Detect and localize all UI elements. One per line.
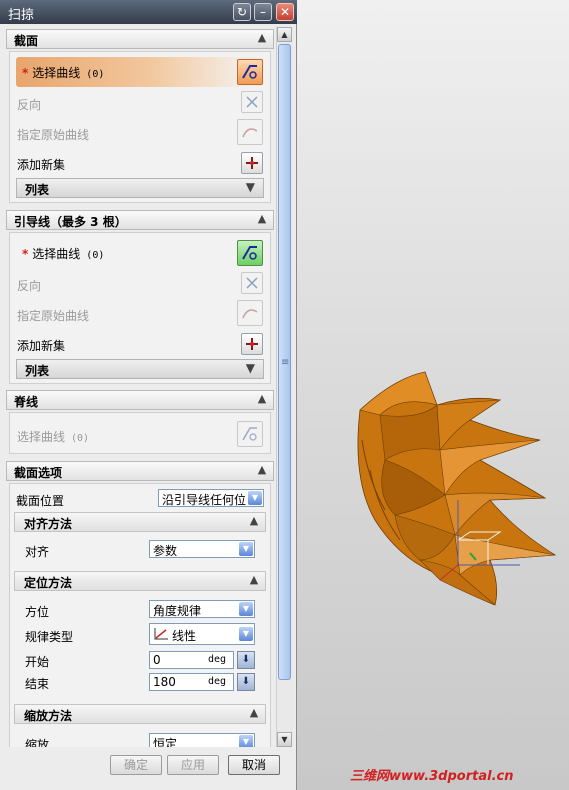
dropdown-arrow-icon: ▼	[239, 542, 253, 556]
apply-button[interactable]: 应用	[167, 755, 219, 775]
curve-select-icon[interactable]	[237, 59, 263, 85]
collapse-icon[interactable]: ▲	[255, 31, 269, 45]
scaling-label: 缩放	[25, 738, 50, 747]
cancel-button[interactable]: 取消	[228, 755, 280, 775]
section-title: 引导线（最多 3 根）	[14, 215, 127, 229]
collapse-icon[interactable]: ▲	[247, 514, 261, 528]
scrollbar-thumb[interactable]: ≡	[278, 44, 291, 680]
minimize-icon[interactable]: –	[254, 3, 272, 21]
selection-count: (0)	[86, 250, 105, 261]
section-position-label: 截面位置	[16, 494, 65, 508]
subsection-header-scaling[interactable]: 缩放方法 ▲	[14, 704, 266, 724]
origin-curve-icon[interactable]	[237, 300, 263, 326]
dropdown-arrow-icon: ▼	[239, 602, 253, 616]
end-label: 结束	[25, 677, 50, 691]
collapse-icon[interactable]: ▲	[255, 212, 269, 226]
origin-curve-icon[interactable]	[237, 119, 263, 145]
scroll-down-icon[interactable]: ▼	[277, 732, 292, 747]
section-title: 脊线	[14, 395, 39, 409]
select-curve-label: 选择曲线	[32, 247, 81, 261]
collapse-icon[interactable]: ▲	[247, 706, 261, 720]
title-bar[interactable]: 扫掠 ↻ – ✕	[0, 0, 297, 24]
reset-icon[interactable]: ↻	[233, 3, 251, 21]
list-toggle-guide[interactable]: 列表 ▼	[16, 359, 264, 379]
graphics-viewport[interactable]	[298, 0, 569, 790]
sweep-dialog: 扫掠 ↻ – ✕ 截面 ▲ *选择曲线(0) 反向 指定原始曲线 添加新集	[0, 0, 297, 790]
select-curve-label: 选择曲线	[17, 430, 66, 444]
chevron-down-icon: ▼	[245, 361, 255, 375]
reverse-label: 反向	[17, 98, 42, 112]
watermark-text: 三维网www.3dportal.cn	[350, 769, 514, 784]
list-label: 列表	[25, 364, 50, 378]
scroll-up-icon[interactable]: ▲	[277, 27, 292, 42]
add-set-icon[interactable]	[241, 333, 263, 355]
dropdown-arrow-icon: ▼	[239, 735, 253, 747]
start-angle-input[interactable]: 0 deg ⬇	[149, 651, 255, 669]
section-header-profile[interactable]: 截面 ▲	[6, 29, 274, 49]
subsection-header-orientation[interactable]: 定位方法 ▲	[14, 571, 266, 591]
grip-icon: ≡	[281, 357, 290, 368]
arrow-down-icon[interactable]: ⬇	[237, 673, 255, 691]
end-angle-input[interactable]: 180 deg ⬇	[149, 673, 255, 691]
reverse-label: 反向	[17, 279, 42, 293]
section-title: 截面	[14, 34, 39, 48]
required-star-icon: *	[22, 66, 29, 80]
section-header-spine[interactable]: 脊线 ▲	[6, 390, 274, 410]
dialog-content: 截面 ▲ * 选择曲线 (0) 反向 指定原始曲线 添加新集 列表 ▼ 引导线（…	[6, 27, 276, 747]
section-title: 截面选项	[14, 466, 63, 480]
law-type-select[interactable]: 线性 ▼	[149, 623, 255, 645]
collapse-icon[interactable]: ▲	[255, 463, 269, 477]
origin-curve-label: 指定原始曲线	[17, 128, 90, 142]
reverse-direction-icon[interactable]	[241, 272, 263, 294]
curve-select-icon[interactable]	[237, 240, 263, 266]
collapse-icon[interactable]: ▲	[247, 573, 261, 587]
section-position-select[interactable]: 沿引导线任何位 ▼	[158, 489, 264, 507]
list-toggle-profile[interactable]: 列表 ▼	[16, 178, 264, 198]
scrollbar[interactable]: ▲ ≡ ▼	[276, 27, 293, 747]
law-type-label: 规律类型	[25, 630, 74, 644]
linear-law-icon	[154, 628, 168, 640]
origin-curve-label: 指定原始曲线	[17, 309, 90, 323]
ok-button[interactable]: 确定	[110, 755, 162, 775]
section-header-guide[interactable]: 引导线（最多 3 根） ▲	[6, 210, 274, 230]
selection-count: (0)	[86, 69, 105, 80]
list-label: 列表	[25, 183, 50, 197]
curve-select-icon[interactable]	[237, 421, 263, 447]
direction-label: 方位	[25, 605, 50, 619]
alignment-select[interactable]: 参数 ▼	[149, 540, 255, 558]
close-icon[interactable]: ✕	[276, 3, 294, 21]
alignment-label: 对齐	[25, 545, 50, 559]
add-set-icon[interactable]	[241, 152, 263, 174]
chevron-down-icon: ▼	[245, 180, 255, 194]
select-curve-label: 选择曲线	[32, 66, 81, 80]
start-label: 开始	[25, 655, 50, 669]
selection-count: (0)	[71, 433, 90, 444]
add-new-set-label: 添加新集	[17, 339, 66, 353]
scaling-select[interactable]: 恒定 ▼	[149, 733, 255, 747]
select-curve-row-profile[interactable]: * 选择曲线 (0)	[16, 57, 264, 87]
subsection-header-alignment[interactable]: 对齐方法 ▲	[14, 512, 266, 532]
dialog-title: 扫掠	[8, 8, 35, 23]
add-new-set-label: 添加新集	[17, 158, 66, 172]
collapse-icon[interactable]: ▲	[255, 392, 269, 406]
direction-select[interactable]: 角度规律 ▼	[149, 600, 255, 618]
dropdown-arrow-icon: ▼	[248, 491, 262, 505]
required-star-icon: *	[22, 247, 29, 261]
swept-solid-model[interactable]	[357, 371, 557, 606]
dropdown-arrow-icon: ▼	[239, 627, 253, 641]
reverse-direction-icon[interactable]	[241, 91, 263, 113]
arrow-down-icon[interactable]: ⬇	[237, 651, 255, 669]
section-header-options[interactable]: 截面选项 ▲	[6, 461, 274, 481]
